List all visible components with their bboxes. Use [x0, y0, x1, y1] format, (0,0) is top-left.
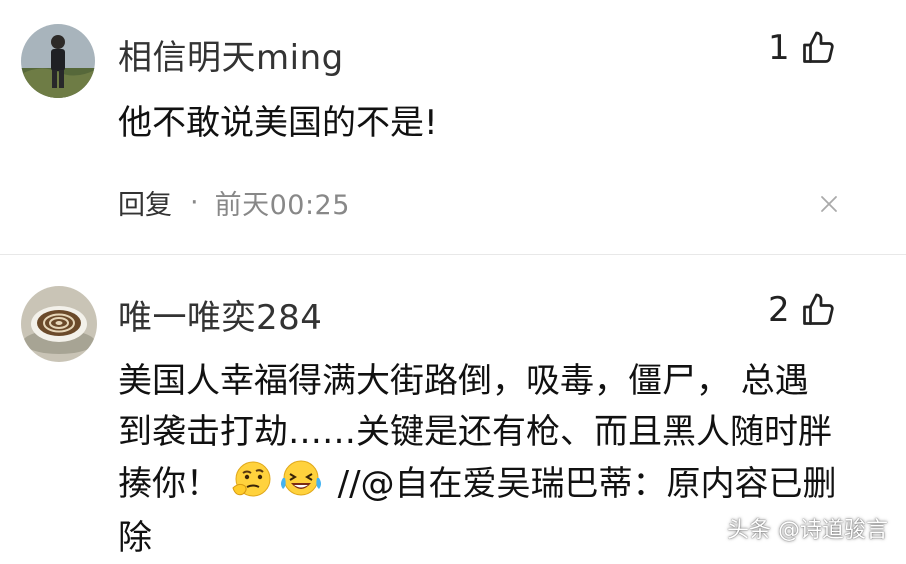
thumbs-up-icon[interactable] — [800, 29, 836, 67]
laughing-crying-emoji-icon — [279, 458, 323, 513]
avatar[interactable] — [21, 24, 95, 98]
like-count: 2 — [768, 290, 790, 330]
like-count: 1 — [768, 28, 790, 68]
comment-text-line: 揍你！ //@自在爱吴瑞巴蒂：原内容已删 — [118, 458, 878, 513]
timestamp: 前天00:25 — [214, 190, 350, 221]
close-icon[interactable] — [820, 195, 838, 217]
like-button[interactable]: 2 — [768, 290, 836, 330]
separator-dot: · — [190, 187, 199, 218]
comment-text-line: 美国人幸福得满大街路倒，吸毒，僵尸， 总遇 — [118, 361, 809, 401]
username[interactable]: 相信明天ming — [118, 30, 344, 79]
watermark: 头条 @诗道骏言 — [727, 518, 888, 543]
thumbs-up-icon[interactable] — [800, 291, 836, 329]
comment-text-segment: //@自在爱吴瑞巴蒂：原内容已删 — [337, 464, 837, 504]
thinking-emoji-icon — [231, 458, 275, 513]
like-button[interactable]: 1 — [768, 28, 836, 68]
comment-text-segment: 揍你！ — [118, 464, 220, 504]
comment-text-line: 到袭击打劫……关键是还有枪、而且黑人随时胖 — [118, 412, 832, 452]
username[interactable]: 唯一唯奕284 — [118, 290, 322, 339]
comment-meta: 回复 · 前天00:25 — [118, 183, 350, 222]
avatar[interactable] — [21, 286, 97, 362]
reply-button[interactable]: 回复 — [118, 183, 172, 222]
comment-text: 他不敢说美国的不是! — [118, 103, 438, 143]
divider — [0, 254, 906, 255]
